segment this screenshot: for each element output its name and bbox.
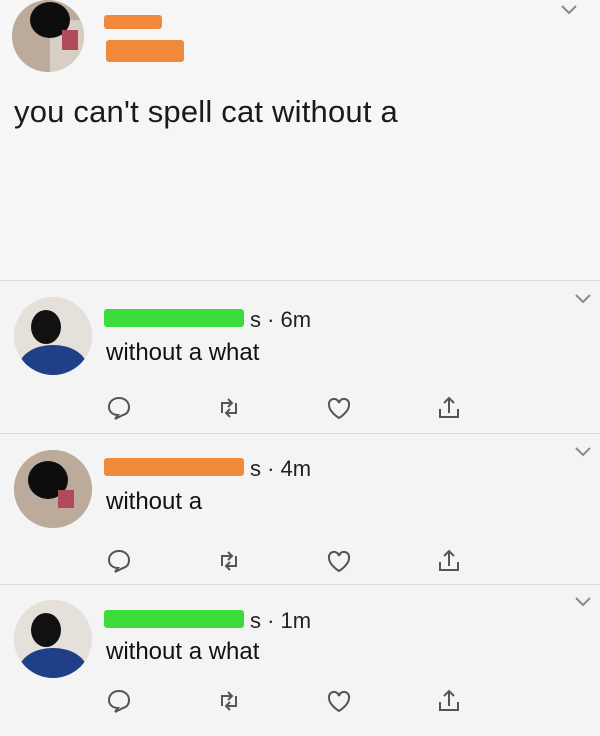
avatar[interactable]	[12, 0, 84, 72]
reply-timestamp: s · 1m	[250, 608, 312, 633]
reply-icon[interactable]	[104, 546, 134, 576]
redacted-name	[104, 309, 244, 327]
redacted-name	[104, 610, 244, 628]
reply-item[interactable]: s · 4m without a	[0, 436, 600, 586]
share-icon[interactable]	[434, 546, 464, 576]
heart-icon[interactable]	[324, 686, 354, 716]
heart-icon[interactable]	[324, 393, 354, 423]
avatar[interactable]	[14, 450, 92, 528]
chevron-down-icon[interactable]	[574, 596, 592, 608]
avatar[interactable]	[14, 297, 92, 375]
reply-text: without a what	[106, 638, 260, 665]
action-bar	[0, 546, 600, 576]
retweet-icon[interactable]	[214, 546, 244, 576]
reply-icon[interactable]	[104, 686, 134, 716]
divider	[0, 433, 600, 434]
redacted-handle	[106, 40, 184, 62]
chevron-down-icon[interactable]	[560, 4, 578, 16]
original-tweet: you can't spell cat without a	[0, 0, 600, 280]
retweet-icon[interactable]	[214, 686, 244, 716]
redacted-name	[104, 458, 244, 476]
action-bar	[0, 686, 600, 716]
heart-icon[interactable]	[324, 546, 354, 576]
divider	[0, 584, 600, 585]
chevron-down-icon[interactable]	[574, 446, 592, 458]
action-bar	[0, 393, 600, 423]
avatar[interactable]	[14, 600, 92, 678]
divider	[0, 280, 600, 281]
redacted-display-name	[104, 15, 162, 29]
retweet-icon[interactable]	[214, 393, 244, 423]
reply-timestamp: s · 6m	[250, 307, 312, 332]
tweet-text: you can't spell cat without a	[14, 94, 398, 129]
reply-text: without a	[106, 488, 203, 515]
chevron-down-icon[interactable]	[574, 293, 592, 305]
reply-item[interactable]: s · 1m without a what	[0, 586, 600, 736]
share-icon[interactable]	[434, 393, 464, 423]
reply-item[interactable]: s · 6m without a what	[0, 283, 600, 433]
reply-text: without a what	[106, 339, 260, 366]
share-icon[interactable]	[434, 686, 464, 716]
reply-icon[interactable]	[104, 393, 134, 423]
reply-timestamp: s · 4m	[250, 456, 312, 481]
